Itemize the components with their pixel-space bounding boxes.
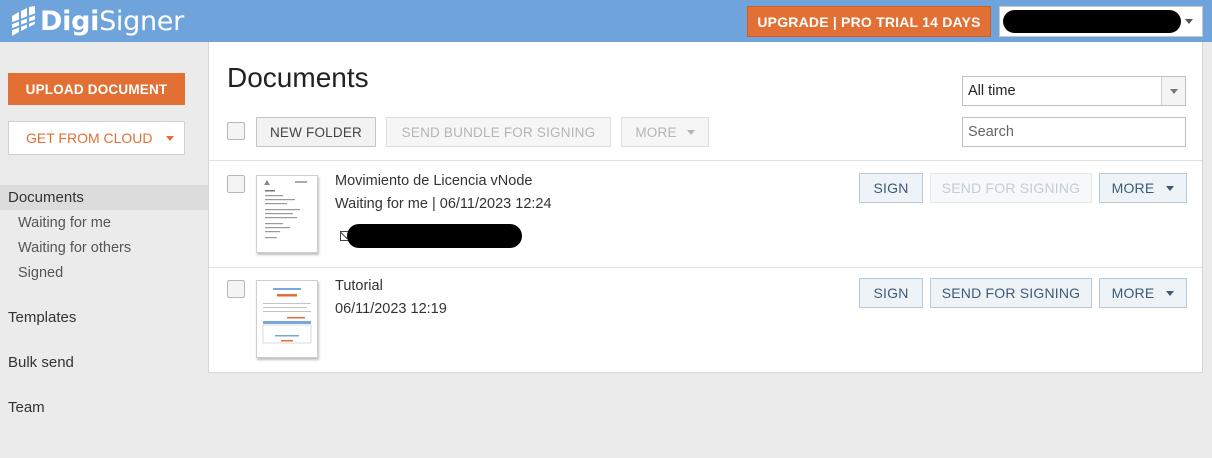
sidebar-item-waiting-for-me[interactable]: Waiting for me xyxy=(0,210,208,235)
divider xyxy=(209,160,1202,161)
select-all-checkbox[interactable] xyxy=(227,122,245,140)
document-checkbox[interactable] xyxy=(227,280,245,298)
logo-icon xyxy=(10,6,36,36)
chevron-down-icon xyxy=(166,136,174,141)
send-bundle-button[interactable]: SEND BUNDLE FOR SIGNING xyxy=(386,117,611,147)
redacted-account-name xyxy=(1003,10,1181,33)
document-checkbox[interactable] xyxy=(227,175,245,193)
search-input[interactable] xyxy=(962,117,1186,147)
sign-button[interactable]: SIGN xyxy=(859,278,923,308)
sidebar-item-templates[interactable]: Templates xyxy=(0,305,208,330)
sidebar-item-bulk-send[interactable]: Bulk send xyxy=(0,350,208,375)
time-filter-value: All time xyxy=(968,83,1016,99)
document-preview-icon xyxy=(264,180,307,239)
sidebar-item-waiting-for-others[interactable]: Waiting for others xyxy=(0,235,208,260)
toolbar-more-button[interactable]: MORE xyxy=(621,117,709,147)
chevron-down-icon xyxy=(1166,185,1175,191)
account-dropdown[interactable] xyxy=(999,6,1203,37)
sidebar-item-team[interactable]: Team xyxy=(0,395,208,420)
logo[interactable]: DigiSigner xyxy=(10,4,184,38)
logo-text: DigiSigner xyxy=(40,5,184,37)
document-date: 06/11/2023 12:19 xyxy=(335,301,447,317)
document-status: Waiting for me | 06/11/2023 12:24 xyxy=(335,196,552,212)
top-bar: DigiSigner UPGRADE | PRO TRIAL 14 DAYS xyxy=(0,0,1212,42)
document-thumbnail[interactable] xyxy=(256,175,318,253)
more-label: MORE xyxy=(1111,285,1155,301)
chevron-down-icon xyxy=(1185,19,1193,24)
more-button[interactable]: MORE xyxy=(1099,278,1187,308)
chevron-down-icon xyxy=(686,129,695,135)
documents-panel: Documents NEW FOLDER SEND BUNDLE FOR SIG… xyxy=(208,42,1203,373)
redacted-email xyxy=(347,224,522,248)
sidebar-item-documents[interactable]: Documents xyxy=(0,185,208,210)
divider xyxy=(209,267,1202,268)
toolbar-more-label: MORE xyxy=(635,124,677,140)
document-preview-icon xyxy=(262,288,312,344)
document-title[interactable]: Tutorial xyxy=(335,278,383,294)
page-title: Documents xyxy=(227,62,369,93)
document-title[interactable]: Movimiento de Licencia vNode xyxy=(335,173,532,189)
get-from-cloud-label: GET FROM CLOUD xyxy=(26,130,153,146)
send-for-signing-button[interactable]: SEND FOR SIGNING xyxy=(930,278,1092,308)
more-button[interactable]: MORE xyxy=(1099,173,1187,203)
upload-document-button[interactable]: UPLOAD DOCUMENT xyxy=(8,73,185,105)
upgrade-button[interactable]: UPGRADE | PRO TRIAL 14 DAYS xyxy=(747,6,991,37)
time-filter-select[interactable]: All time xyxy=(962,76,1186,106)
sign-button[interactable]: SIGN xyxy=(859,173,923,203)
new-folder-button[interactable]: NEW FOLDER xyxy=(256,117,376,147)
more-label: MORE xyxy=(1111,180,1155,196)
document-thumbnail[interactable] xyxy=(256,280,318,358)
sidebar-item-signed[interactable]: Signed xyxy=(0,260,208,285)
get-from-cloud-button[interactable]: GET FROM CLOUD xyxy=(8,121,185,155)
chevron-down-icon xyxy=(1161,77,1185,105)
send-for-signing-button[interactable]: SEND FOR SIGNING xyxy=(930,173,1092,203)
chevron-down-icon xyxy=(1166,290,1175,296)
